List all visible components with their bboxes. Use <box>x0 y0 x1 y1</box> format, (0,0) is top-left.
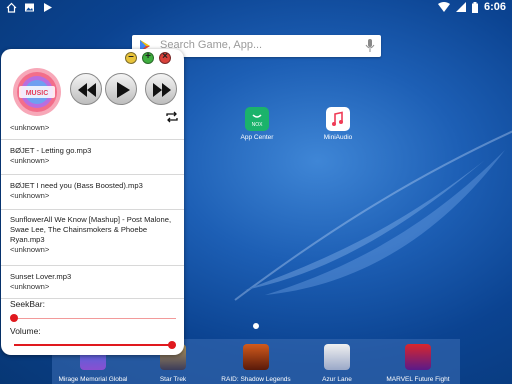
album-text: MUSIC <box>26 90 49 97</box>
signal-icon <box>455 2 466 12</box>
svg-text:NOX: NOX <box>252 122 264 128</box>
status-bar: 6:06 <box>0 0 512 16</box>
apple-music-album-art: MUSIC <box>13 68 61 116</box>
song-artist: <unknown> <box>10 282 50 291</box>
raid-icon[interactable] <box>243 344 269 370</box>
azur-lane-icon[interactable] <box>324 344 350 370</box>
volume-thumb[interactable] <box>168 341 176 349</box>
miniaudio-icon[interactable] <box>326 107 350 131</box>
rewind-icon <box>78 83 96 97</box>
song-artist: <unknown> <box>10 191 50 200</box>
play-button[interactable] <box>105 73 137 105</box>
dock-label-mirage: Mirage Memorial Global <box>58 376 128 383</box>
song-title: BØJET I need you (Bass Boosted).mp3 <box>10 181 143 190</box>
app-center-label: App Center <box>240 134 274 141</box>
song-artist: <unknown> <box>10 156 50 165</box>
song-row[interactable]: BØJET - Letting go.mp3 <unknown> <box>1 140 184 175</box>
song-title: Sunset Lover.mp3 <box>10 272 72 281</box>
dock-label-raid: RAID: Shadow Legends <box>221 376 291 383</box>
app-center-glyph-icon: NOX <box>252 114 264 128</box>
dock-label-star-trek: Star Trek <box>159 376 187 383</box>
dock-label-marvel: MARVEL Future Fight <box>386 376 450 383</box>
song-row[interactable]: BØJET I need you (Bass Boosted).mp3 <unk… <box>1 175 184 210</box>
play-icon <box>117 82 130 98</box>
music-note-icon <box>332 111 343 126</box>
previous-button[interactable] <box>70 73 102 105</box>
volume-label: Volume: <box>10 326 41 336</box>
home-outline-icon <box>6 2 17 13</box>
battery-icon <box>471 1 478 13</box>
music-player-window: – + × MUSIC <unknown> BØJET - Letting go… <box>1 49 184 355</box>
play-store-icon <box>44 3 52 12</box>
song-title: BØJET - Letting go.mp3 <box>10 146 92 155</box>
marvel-future-fight-icon[interactable] <box>405 344 431 370</box>
seekbar-label: SeekBar: <box>10 299 45 309</box>
song-row[interactable]: Sunset Lover.mp3 <unknown> <box>1 266 184 299</box>
seekbar-thumb[interactable] <box>10 314 18 322</box>
image-icon <box>25 3 34 12</box>
maximize-button[interactable]: + <box>142 51 154 64</box>
song-title: SunflowerAll We Know [Mashup] - Post Mal… <box>10 215 172 244</box>
clock: 6:06 <box>483 1 506 13</box>
song-row[interactable]: <unknown> <box>1 121 184 140</box>
song-artist: <unknown> <box>10 123 50 132</box>
miniaudio-label: MiniAudio <box>323 134 353 141</box>
feather-decoration <box>234 130 512 301</box>
dock-label-azur-lane: Azur Lane <box>322 376 352 383</box>
app-center-icon[interactable]: NOX <box>245 107 269 131</box>
page-indicator <box>253 323 259 329</box>
seekbar-track[interactable] <box>14 318 176 319</box>
volume-progress <box>14 344 172 346</box>
song-list: <unknown> BØJET - Letting go.mp3 <unknow… <box>1 121 184 299</box>
wifi-icon <box>437 2 450 12</box>
close-button[interactable]: × <box>159 51 171 64</box>
song-row[interactable]: SunflowerAll We Know [Mashup] - Post Mal… <box>1 210 184 266</box>
minimize-button[interactable]: – <box>125 51 137 64</box>
next-button[interactable] <box>145 73 177 105</box>
fast-forward-icon <box>153 83 171 97</box>
song-artist: <unknown> <box>10 245 50 254</box>
mic-icon[interactable] <box>365 39 375 53</box>
